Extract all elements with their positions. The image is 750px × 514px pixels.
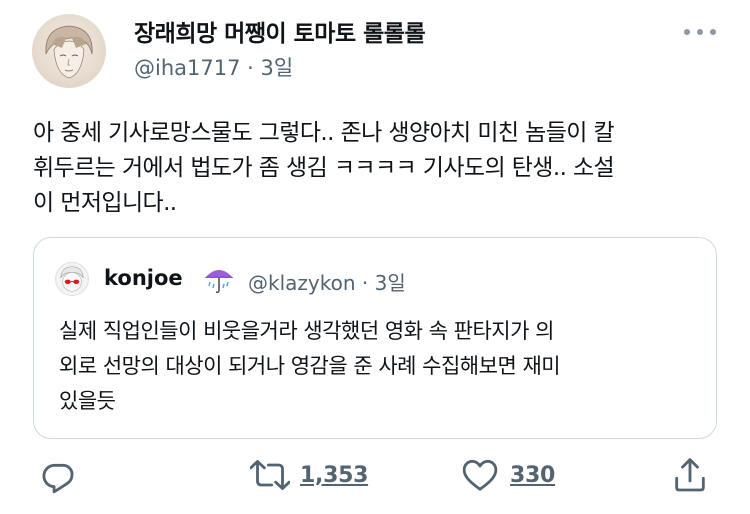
author-handle[interactable]: @iha1717 — [134, 56, 240, 80]
reply-button[interactable] — [38, 455, 78, 495]
heart-icon — [462, 459, 498, 491]
quote-author-meta: @klazykon · 3일 — [248, 267, 406, 296]
share-button[interactable] — [670, 455, 710, 495]
retweet-icon — [250, 460, 290, 490]
meta-separator: · — [247, 56, 254, 80]
quote-author-avatar[interactable] — [55, 262, 89, 296]
quote-author-handle[interactable]: @klazykon — [248, 271, 356, 295]
tweet-timestamp[interactable]: 3일 — [261, 56, 294, 80]
quote-timestamp[interactable]: 3일 — [375, 271, 406, 295]
retweet-count[interactable]: 1,353 — [300, 463, 368, 488]
quote-author-name[interactable]: konjoe — [104, 266, 183, 290]
retweet-button[interactable]: 1,353 — [250, 455, 368, 495]
tweet-text: 아 중세 기사로망스물도 그렇다.. 존나 생양아치 미친 놈들이 칼 휘두르는… — [33, 120, 615, 216]
reply-icon — [42, 463, 74, 494]
author-name[interactable]: 장래희망 머쨍이 토마토 롤롤롤 — [134, 14, 426, 48]
meta-separator: · — [361, 271, 369, 295]
author-avatar[interactable] — [32, 14, 106, 88]
like-button[interactable]: 330 — [460, 455, 555, 495]
dot — [697, 29, 703, 35]
more-options-icon[interactable] — [684, 22, 716, 42]
quoted-tweet-text: 실제 직업인들이 비웃을거라 생각했던 영화 속 판타지가 의 외로 선망의 대… — [59, 319, 561, 413]
dot — [710, 29, 716, 35]
share-icon — [675, 458, 705, 492]
author-meta: @iha1717 · 3일 — [134, 52, 293, 82]
tweet-actions: 1,353 330 — [0, 455, 750, 503]
dot — [684, 29, 690, 35]
like-count[interactable]: 330 — [510, 463, 555, 488]
quoted-tweet[interactable]: konjoe @klazykon · 3일 실제 직업인들이 비웃을거라 생각했… — [33, 237, 717, 439]
umbrella-with-rain-icon — [202, 264, 236, 294]
